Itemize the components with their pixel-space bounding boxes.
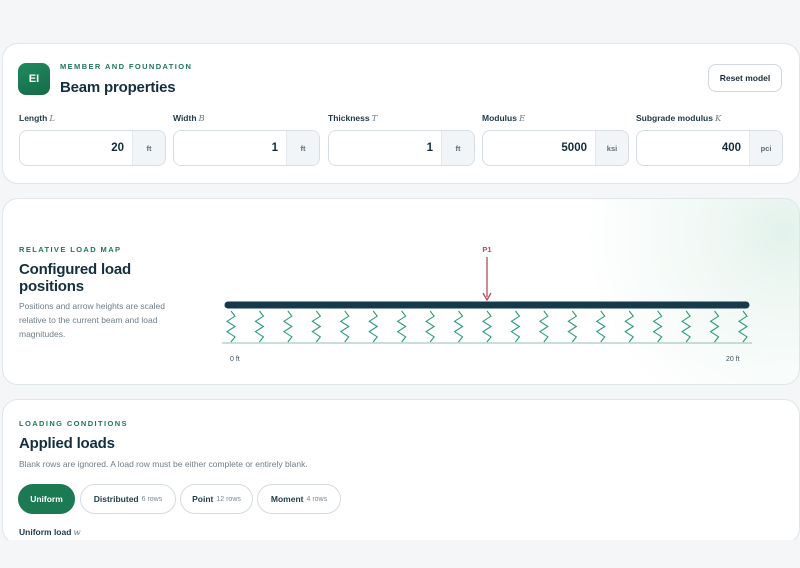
foundation-spring xyxy=(510,310,521,343)
tab-distributed[interactable]: Distributed 6 rows xyxy=(80,484,176,514)
beam-start-label: 0 ft xyxy=(230,356,240,363)
page-bottom-band xyxy=(0,540,800,568)
foundation-spring xyxy=(538,310,549,343)
applied-loads-title: Applied loads xyxy=(19,435,115,452)
foundation-spring xyxy=(368,310,379,343)
foundation-spring xyxy=(595,310,606,343)
foundation-spring xyxy=(652,310,663,343)
foundation-spring xyxy=(567,310,578,343)
beam-end-label: 20 ft xyxy=(726,356,740,363)
tab-point[interactable]: Point 12 rows xyxy=(180,484,253,514)
foundation-spring xyxy=(225,310,237,343)
foundation-spring xyxy=(453,310,464,343)
foundation-spring xyxy=(339,310,350,343)
tab-uniform[interactable]: Uniform xyxy=(18,484,75,514)
foundation-spring xyxy=(396,310,407,343)
tab-moment[interactable]: Moment 4 rows xyxy=(257,484,341,514)
foundation-spring xyxy=(624,310,635,343)
applied-loads-description: Blank rows are ignored. A load row must … xyxy=(19,459,308,469)
loading-conditions-eyebrow: LOADING CONDITIONS xyxy=(19,419,128,428)
foundation-spring xyxy=(681,310,692,343)
foundation-spring xyxy=(425,310,436,343)
foundation-spring xyxy=(709,310,720,343)
foundation-spring xyxy=(481,310,493,343)
foundation-spring xyxy=(311,310,322,343)
point-load-label: P1 xyxy=(482,245,491,254)
foundation-spring xyxy=(282,310,293,343)
foundation-spring xyxy=(737,310,749,343)
uniform-load-label: Uniform load w xyxy=(19,527,81,538)
foundation-spring xyxy=(254,310,265,343)
